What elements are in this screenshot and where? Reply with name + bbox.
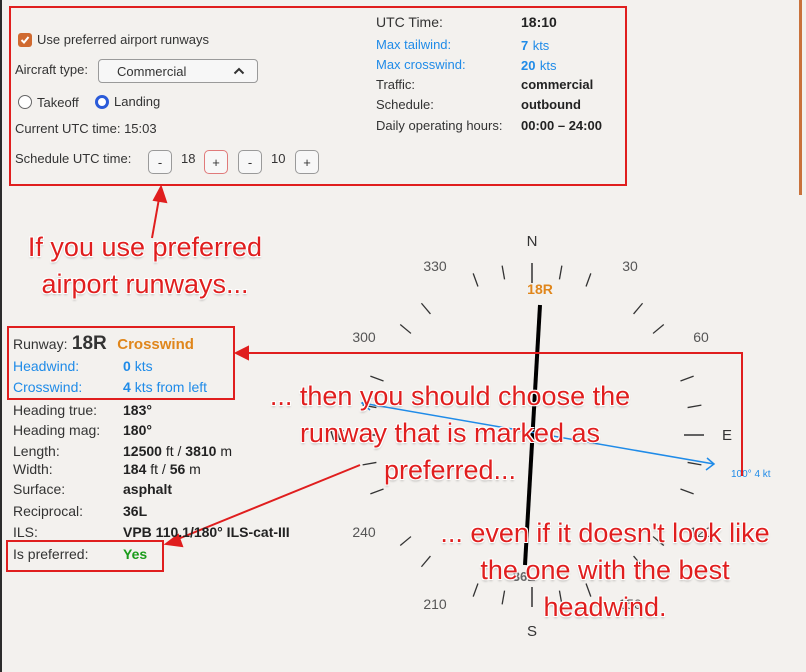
compass-tick — [370, 488, 384, 495]
annotation-2-line-2: runway that is marked as — [299, 418, 601, 448]
annotation-3-line-2: the one with the best — [480, 555, 730, 585]
surface-value: asphalt — [123, 481, 173, 497]
annotation-2-line-3: preferred... — [383, 455, 517, 485]
compass-north: N — [527, 233, 538, 250]
heading-mag-value: 180° — [123, 422, 152, 438]
reciprocal-label: Reciprocal: — [13, 503, 84, 519]
ils-label: ILS: — [13, 524, 38, 540]
compass-tick — [687, 404, 702, 409]
compass-tick — [652, 323, 665, 334]
surface-label: Surface: — [13, 481, 66, 497]
compass-label-60: 60 — [693, 329, 709, 345]
compass-tick — [399, 323, 412, 334]
crosswind-number: 4 — [123, 379, 131, 395]
compass-tick — [680, 488, 694, 495]
ils-value: VPB 110.1/180° ILS-cat-III — [123, 524, 290, 540]
heading-mag-label: Heading mag: — [13, 422, 101, 438]
compass-tick — [633, 302, 644, 315]
width-ft: 184 — [123, 461, 147, 477]
crosswind-value: 4 kts from left — [123, 379, 207, 395]
compass-label-30: 30 — [622, 258, 638, 274]
length-ft-unit: ft / — [165, 443, 182, 459]
crosswind-direction: kts from left — [134, 379, 208, 395]
crosswind-label[interactable]: Crosswind: — [13, 379, 82, 395]
compass-tick — [585, 273, 592, 287]
compass-tick — [687, 461, 702, 466]
width-m: 56 — [169, 461, 186, 477]
reciprocal-value: 36L — [123, 503, 148, 519]
length-m: 3810 — [185, 443, 217, 459]
is-preferred-value: Yes — [123, 546, 148, 562]
runway-header: Runway: 18R Crosswind — [13, 333, 194, 355]
compass-tick — [501, 265, 506, 280]
length-label: Length: — [13, 443, 60, 459]
length-value: 12500 ft / 3810 m — [123, 443, 232, 459]
headwind-value: 0 kts — [123, 358, 153, 374]
compass-label-300: 300 — [352, 329, 376, 345]
annotation-1-line-1: If you use preferred — [27, 232, 263, 262]
length-ft: 12500 — [123, 443, 162, 459]
compass-tick — [472, 273, 479, 287]
width-label: Width: — [13, 461, 53, 477]
compass-tick — [420, 302, 431, 315]
annotation-1-line-2: airport runways... — [41, 269, 249, 299]
length-m-unit: m — [220, 443, 232, 459]
runway-label-18r: 18R — [527, 281, 553, 297]
runway-wind-status: Crosswind — [117, 336, 194, 353]
annotation-3-line-3: headwind. — [543, 592, 667, 622]
heading-true-label: Heading true: — [13, 402, 98, 418]
heading-true-value: 183° — [123, 402, 152, 418]
compass-label-240: 240 — [352, 524, 376, 540]
runway-name: 18R — [71, 333, 107, 354]
compass-label-330: 330 — [423, 258, 447, 274]
headwind-label[interactable]: Headwind: — [13, 358, 79, 374]
compass-tick — [399, 536, 412, 547]
annotation-callout-3: ... even if it doesn't look like the one… — [420, 515, 790, 626]
compass-east: E — [722, 427, 732, 444]
headwind-number: 0 — [123, 358, 131, 374]
annotation-2-line-1: ... then you should choose the — [269, 381, 631, 411]
annotation-3-line-1: ... even if it doesn't look like — [440, 518, 770, 548]
width-ft-unit: ft / — [150, 461, 166, 477]
annotation-callout-1: If you use preferred airport runways... — [10, 229, 280, 303]
is-preferred-label: Is preferred: — [13, 546, 89, 562]
headwind-unit: kts — [134, 358, 153, 374]
runway-label: Runway: — [13, 336, 68, 352]
annotation-callout-2: ... then you should choose the runway th… — [250, 378, 650, 489]
compass-tick — [558, 265, 563, 280]
width-value: 184 ft / 56 m — [123, 461, 201, 477]
wind-readout: 100° 4 kt — [731, 469, 771, 480]
compass-tick — [680, 375, 694, 382]
width-m-unit: m — [189, 461, 201, 477]
